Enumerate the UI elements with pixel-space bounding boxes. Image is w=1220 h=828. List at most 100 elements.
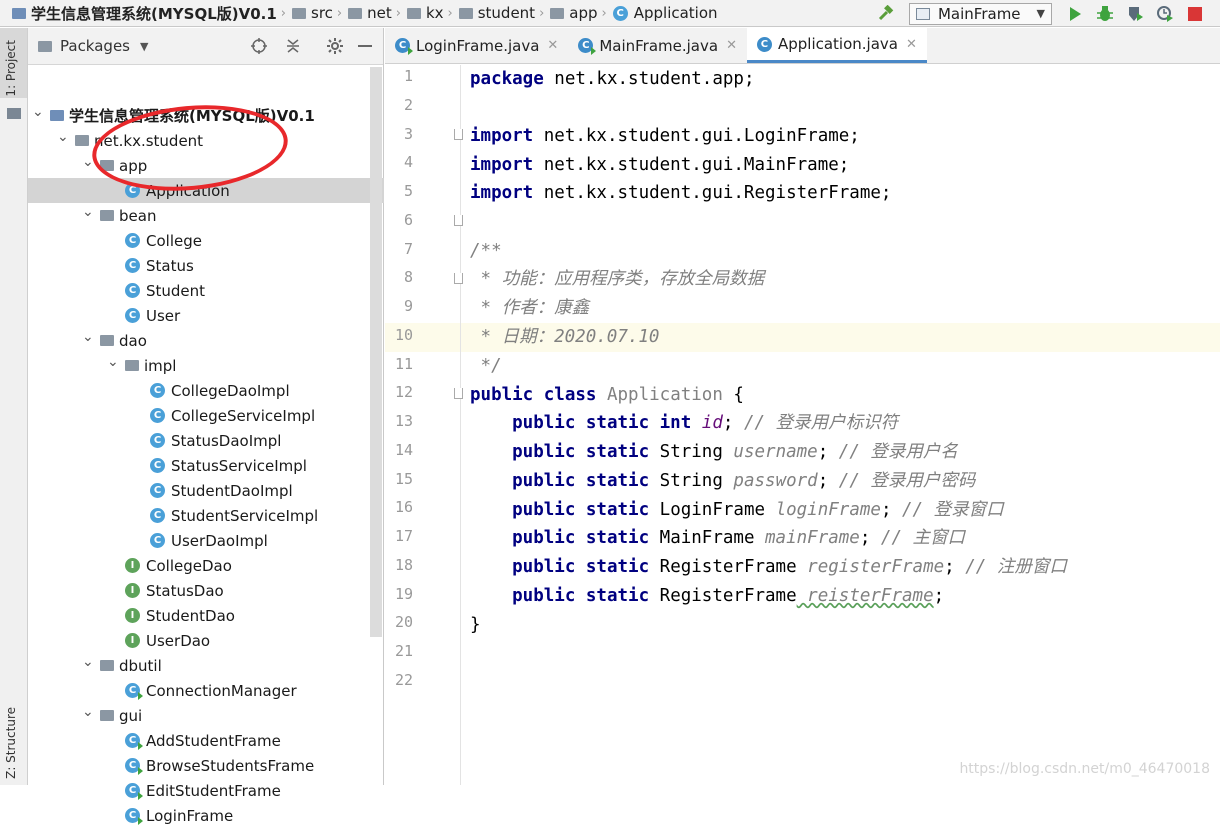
- tree-item[interactable]: I CollegeDao: [28, 553, 384, 578]
- breadcrumb-net[interactable]: net: [367, 4, 392, 22]
- tree-item[interactable]: ⌄ dbutil: [28, 653, 384, 678]
- tab-application[interactable]: C Application.java ✕: [746, 28, 927, 63]
- chevron-down-icon[interactable]: ⌄: [82, 204, 96, 220]
- tree-item-label: dbutil: [119, 656, 162, 675]
- tree-item[interactable]: I UserDao: [28, 628, 384, 653]
- code-text: }: [470, 615, 481, 635]
- tree-item[interactable]: ⌄ gui: [28, 703, 384, 728]
- tree-item[interactable]: ⌄ bean: [28, 203, 384, 228]
- tree-item[interactable]: C StatusServiceImpl: [28, 453, 384, 478]
- chevron-down-icon[interactable]: ⌄: [57, 129, 71, 145]
- breadcrumb-app[interactable]: app: [569, 4, 597, 22]
- line-number: 14: [394, 440, 413, 459]
- code-text: net.kx.student.gui.LoginFrame;: [533, 126, 860, 146]
- locate-target-icon[interactable]: [250, 37, 268, 59]
- breadcrumb-project[interactable]: 学生信息管理系统(MYSQL版)V0.1: [31, 3, 277, 24]
- chevron-down-icon[interactable]: ⌄: [82, 329, 96, 345]
- keyword: public static: [470, 442, 650, 462]
- close-icon[interactable]: ✕: [547, 38, 558, 53]
- fold-marker-icon[interactable]: [454, 129, 463, 140]
- collapse-all-icon[interactable]: [284, 37, 302, 59]
- run-icon[interactable]: [1066, 5, 1084, 23]
- tree-item-label: dao: [119, 331, 147, 350]
- line-number: 3: [403, 124, 413, 143]
- code-line: public static RegisterFrame reisterFrame…: [470, 582, 944, 610]
- navigation-bar: 学生信息管理系统(MYSQL版)V0.1 › src › net › kx › …: [0, 0, 1220, 27]
- tree-item[interactable]: C User: [28, 303, 384, 328]
- run-configuration-select[interactable]: MainFrame ▼: [908, 2, 1052, 25]
- line-comment: // 注册窗口: [954, 557, 1067, 577]
- tree-item[interactable]: C StudentServiceImpl: [28, 503, 384, 528]
- tree-item[interactable]: ⌄ impl: [28, 353, 384, 378]
- chevron-down-icon[interactable]: ▼: [140, 40, 148, 53]
- tree-item[interactable]: C CollegeDaoImpl: [28, 378, 384, 403]
- scrollbar[interactable]: [370, 67, 382, 637]
- tree-item-label: StatusServiceImpl: [171, 456, 307, 475]
- tree-item[interactable]: C College: [28, 228, 384, 253]
- profile-icon[interactable]: [1156, 5, 1174, 23]
- interface-icon: I: [125, 608, 140, 623]
- chevron-down-icon[interactable]: ⌄: [32, 104, 46, 120]
- project-tab-label: 1: Project: [4, 40, 18, 97]
- package-icon: [100, 210, 114, 221]
- keyword: package: [470, 69, 544, 89]
- tree-item-label: BrowseStudentsFrame: [146, 756, 315, 775]
- packages-view-icon: [38, 40, 52, 52]
- fold-marker-icon[interactable]: [454, 273, 463, 284]
- code-line: public static LoginFrame loginFrame; // …: [470, 496, 1004, 524]
- tree-item-label: Status: [146, 256, 194, 275]
- view-selector[interactable]: Packages: [60, 37, 130, 55]
- project-tool-tab[interactable]: 1: Project: [0, 28, 27, 98]
- tab-mainframe[interactable]: C MainFrame.java ✕: [568, 28, 747, 63]
- tree-item[interactable]: C UserDaoImpl: [28, 528, 384, 553]
- minimize-icon[interactable]: [358, 45, 372, 47]
- keyword: import: [470, 126, 534, 146]
- stop-icon[interactable]: [1186, 5, 1204, 23]
- fold-marker-icon[interactable]: [454, 215, 463, 226]
- tree-item-label: impl: [144, 356, 177, 375]
- structure-tab-label[interactable]: Z: Structure: [4, 707, 18, 779]
- class-icon: C: [150, 533, 165, 548]
- watermark: https://blog.csdn.net/m0_46470018: [959, 761, 1210, 777]
- tree-item[interactable]: C BrowseStudentsFrame: [28, 753, 384, 778]
- code-line: import net.kx.student.gui.MainFrame;: [470, 151, 849, 179]
- build-hammer-icon[interactable]: [877, 4, 895, 23]
- breadcrumb-application[interactable]: Application: [634, 4, 718, 22]
- tab-loginframe[interactable]: C LoginFrame.java ✕: [385, 28, 568, 63]
- static-field: username: [722, 442, 818, 462]
- tree-item[interactable]: C EditStudentFrame: [28, 778, 384, 803]
- doc-comment: /**: [470, 241, 502, 261]
- tree-item[interactable]: C Student: [28, 278, 384, 303]
- tree-item-label: StudentServiceImpl: [171, 506, 319, 525]
- chevron-down-icon[interactable]: ⌄: [82, 704, 96, 720]
- tree-item[interactable]: C LoginFrame: [28, 803, 384, 828]
- tree-item[interactable]: I StatusDao: [28, 578, 384, 603]
- static-field: password: [722, 471, 818, 491]
- line-number-gutter: 1 2 3 4 5 6 7 8 9 10 11 12 13 14 15 16 17 18 19 20 21 22: [385, 65, 463, 785]
- line-number: 16: [394, 498, 413, 517]
- class-icon: C: [150, 508, 165, 523]
- tree-item[interactable]: C ConnectionManager: [28, 678, 384, 703]
- tree-item[interactable]: C StatusDaoImpl: [28, 428, 384, 453]
- coverage-icon[interactable]: [1126, 5, 1144, 23]
- tab-label: Application.java: [777, 35, 898, 53]
- package-icon: [458, 7, 473, 19]
- tree-item[interactable]: I StudentDao: [28, 603, 384, 628]
- tree-item[interactable]: C CollegeServiceImpl: [28, 403, 384, 428]
- tree-item[interactable]: C AddStudentFrame: [28, 728, 384, 753]
- breadcrumb-kx[interactable]: kx: [426, 4, 444, 22]
- class-name: Application: [596, 385, 723, 405]
- chevron-down-icon[interactable]: ⌄: [82, 654, 96, 670]
- close-icon[interactable]: ✕: [726, 38, 737, 53]
- tree-item[interactable]: C Status: [28, 253, 384, 278]
- debug-icon[interactable]: [1096, 5, 1114, 23]
- gear-icon[interactable]: [326, 37, 344, 59]
- close-icon[interactable]: ✕: [906, 37, 917, 52]
- doc-comment: * 作者：康鑫: [470, 298, 590, 318]
- fold-marker-icon[interactable]: [454, 388, 463, 399]
- breadcrumb-src[interactable]: src: [311, 4, 333, 22]
- tree-item[interactable]: C StudentDaoImpl: [28, 478, 384, 503]
- tree-item[interactable]: ⌄ dao: [28, 328, 384, 353]
- chevron-down-icon[interactable]: ⌄: [107, 354, 121, 370]
- breadcrumb-student[interactable]: student: [478, 4, 535, 22]
